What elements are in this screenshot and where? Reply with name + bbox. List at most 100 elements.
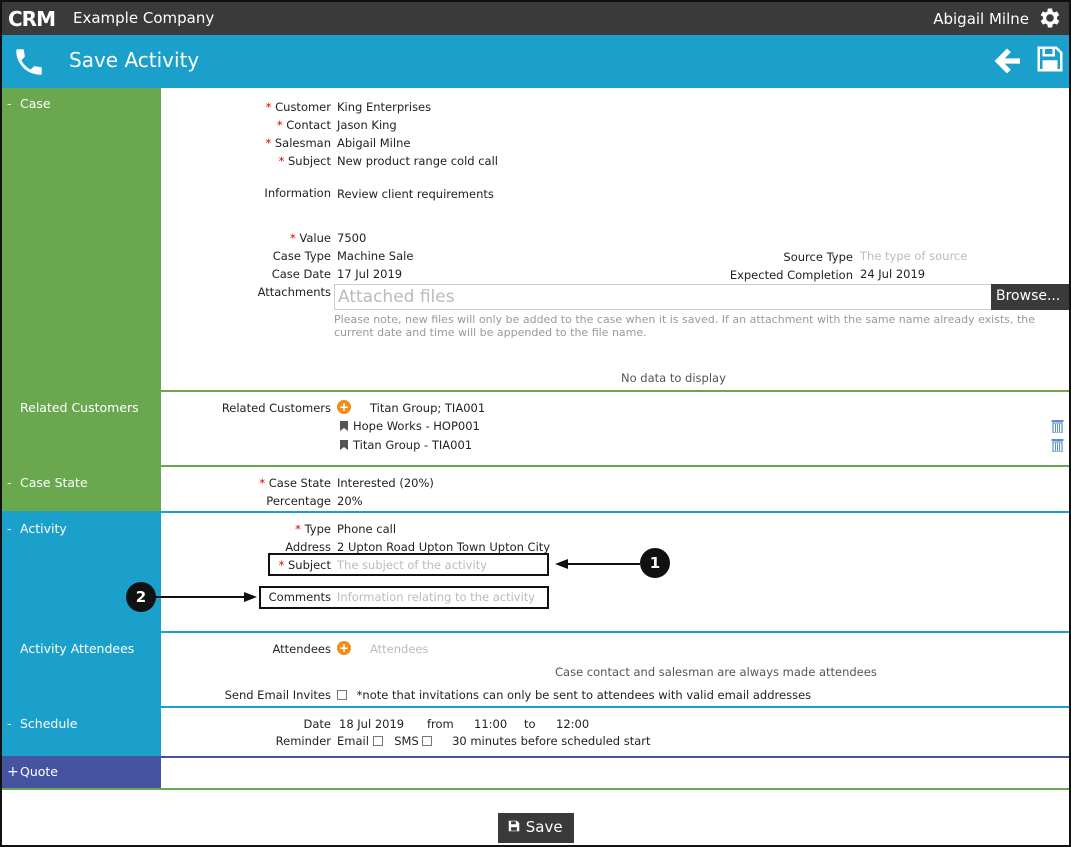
- attachments-label: Attachments: [257, 285, 331, 299]
- activity-header[interactable]: - Activity: [2, 513, 161, 631]
- add-attendee-icon[interactable]: +: [337, 641, 351, 655]
- email-label: Email: [337, 734, 369, 748]
- salesman-label: * Salesman: [265, 136, 331, 150]
- related-customer-item: Titan Group - TIA001: [340, 438, 472, 452]
- date-label: Date: [303, 717, 332, 731]
- from-label: from: [427, 717, 454, 731]
- related-customers-header[interactable]: Related Customers: [2, 392, 161, 465]
- activity-type-value[interactable]: Phone call: [337, 522, 396, 536]
- quote-section: +Quote: [2, 758, 1069, 788]
- save-button[interactable]: Save: [498, 813, 574, 843]
- bookmark-icon: [340, 440, 348, 450]
- case-subject-label: * Subject: [278, 154, 331, 168]
- case-state-body: * Case State Interested (20%) Percentage…: [161, 467, 1069, 511]
- activity-title: Activity: [20, 521, 67, 536]
- save-icon[interactable]: [1035, 44, 1065, 74]
- email-checkbox[interactable]: [372, 736, 383, 746]
- value-value[interactable]: 7500: [337, 231, 366, 245]
- trash-icon[interactable]: [1051, 438, 1064, 452]
- send-email-row: *note that invitations can only be sent …: [337, 688, 811, 702]
- user-name[interactable]: Abigail Milne: [933, 10, 1029, 28]
- attachments-input[interactable]: Attached files: [334, 284, 992, 310]
- value-label: * Value: [290, 231, 331, 245]
- reminder-row: Email SMS 30 minutes before scheduled st…: [337, 734, 651, 748]
- case-state-header[interactable]: - Case State: [2, 467, 161, 511]
- related-customers-body: Related Customers + Titan Group; TIA001 …: [161, 392, 1069, 465]
- quote-header[interactable]: +Quote: [2, 758, 161, 788]
- browse-button[interactable]: Browse...: [991, 284, 1069, 310]
- sms-label: SMS: [394, 734, 419, 748]
- to-time[interactable]: 12:00: [556, 717, 589, 731]
- send-email-note: *note that invitations can only be sent …: [356, 688, 812, 702]
- no-data-message: No data to display: [621, 371, 726, 385]
- contact-label: * Contact: [276, 118, 331, 132]
- divider: [2, 788, 1069, 790]
- phone-icon: [16, 49, 42, 75]
- schedule-header[interactable]: - Schedule: [2, 708, 161, 756]
- reminder-before: before scheduled start: [520, 734, 651, 748]
- send-email-checkbox[interactable]: [337, 690, 347, 700]
- customer-value[interactable]: King Enterprises: [337, 100, 431, 114]
- attendees-input[interactable]: Attendees: [370, 642, 429, 656]
- save-icon: [508, 820, 520, 832]
- case-section-header[interactable]: - Case: [2, 88, 161, 390]
- send-email-label: Send Email Invites: [224, 688, 331, 702]
- crm-logo[interactable]: CRM: [8, 7, 56, 31]
- source-type-label: Source Type: [783, 250, 853, 264]
- activity-type-label: * Type: [295, 522, 331, 536]
- activity-attendees-body: Attendees + Attendees Case contact and s…: [161, 633, 1069, 706]
- information-label: Information: [264, 186, 331, 200]
- page-title: Save Activity: [69, 48, 200, 72]
- percentage-value[interactable]: 20%: [337, 494, 363, 508]
- case-section-title: Case: [20, 96, 51, 111]
- activity-attendees-header[interactable]: Activity Attendees: [2, 633, 161, 706]
- expected-completion-label: Expected Completion: [729, 268, 853, 282]
- bookmark-icon: [340, 421, 348, 431]
- percentage-label: Percentage: [266, 494, 331, 508]
- to-label: to: [524, 717, 536, 731]
- from-time[interactable]: 11:00: [474, 717, 507, 731]
- callout-badge-1: 1: [640, 548, 670, 578]
- sms-checkbox[interactable]: [422, 736, 433, 746]
- case-state-section: - Case State * Case State Interested (20%…: [2, 467, 1069, 511]
- case-state-value[interactable]: Interested (20%): [337, 476, 434, 490]
- salesman-value[interactable]: Abigail Milne: [337, 136, 410, 150]
- quote-title: Quote: [20, 764, 59, 779]
- date-value[interactable]: 18 Jul 2019: [339, 717, 404, 731]
- activity-attendees-section: Activity Attendees Attendees + Attendees…: [2, 633, 1069, 706]
- related-customers-title: Related Customers: [20, 400, 139, 415]
- case-type-label: Case Type: [272, 249, 331, 263]
- attendees-note: Case contact and salesman are always mad…: [555, 665, 877, 679]
- comments-callout-box: [259, 586, 549, 609]
- add-related-customer-icon[interactable]: +: [337, 400, 351, 414]
- gear-icon[interactable]: [1037, 5, 1063, 31]
- case-date-label: Case Date: [271, 267, 331, 281]
- address-value[interactable]: 2 Upton Road Upton Town Upton City: [337, 540, 550, 554]
- case-subject-value[interactable]: New product range cold call: [337, 154, 498, 168]
- trash-icon[interactable]: [1051, 419, 1064, 433]
- related-customers-section: Related Customers Related Customers + Ti…: [2, 392, 1069, 465]
- expected-completion-value[interactable]: 24 Jul 2019: [860, 267, 925, 281]
- contact-value[interactable]: Jason King: [337, 118, 397, 132]
- top-bar: CRM Example Company Abigail Milne: [2, 2, 1069, 35]
- company-name: Example Company: [73, 9, 215, 27]
- attachments-note: Please note, new files will only be adde…: [334, 313, 1036, 339]
- title-bar: Save Activity: [2, 35, 1069, 88]
- case-state-title: Case State: [20, 475, 88, 490]
- reminder-minutes[interactable]: 30 minutes: [452, 734, 517, 748]
- reminder-label: Reminder: [275, 734, 331, 748]
- attendees-label: Attendees: [272, 642, 332, 656]
- case-type-value[interactable]: Machine Sale: [337, 249, 413, 263]
- case-state-label: * Case State: [259, 476, 331, 490]
- subject-callout-box: [268, 553, 549, 576]
- source-type-input[interactable]: The type of source: [860, 249, 967, 263]
- related-customers-input[interactable]: Titan Group; TIA001: [370, 401, 485, 415]
- related-customers-label: Related Customers: [221, 401, 331, 415]
- back-arrow-icon[interactable]: [991, 45, 1025, 77]
- case-date-value[interactable]: 17 Jul 2019: [337, 267, 402, 281]
- activity-attendees-title: Activity Attendees: [20, 641, 135, 656]
- schedule-title: Schedule: [20, 716, 78, 731]
- callout-badge-2: 2: [126, 582, 156, 612]
- case-section: - Case * Customer King Enterprises * Cont…: [2, 88, 1069, 390]
- information-value[interactable]: Review client requirements: [337, 187, 494, 201]
